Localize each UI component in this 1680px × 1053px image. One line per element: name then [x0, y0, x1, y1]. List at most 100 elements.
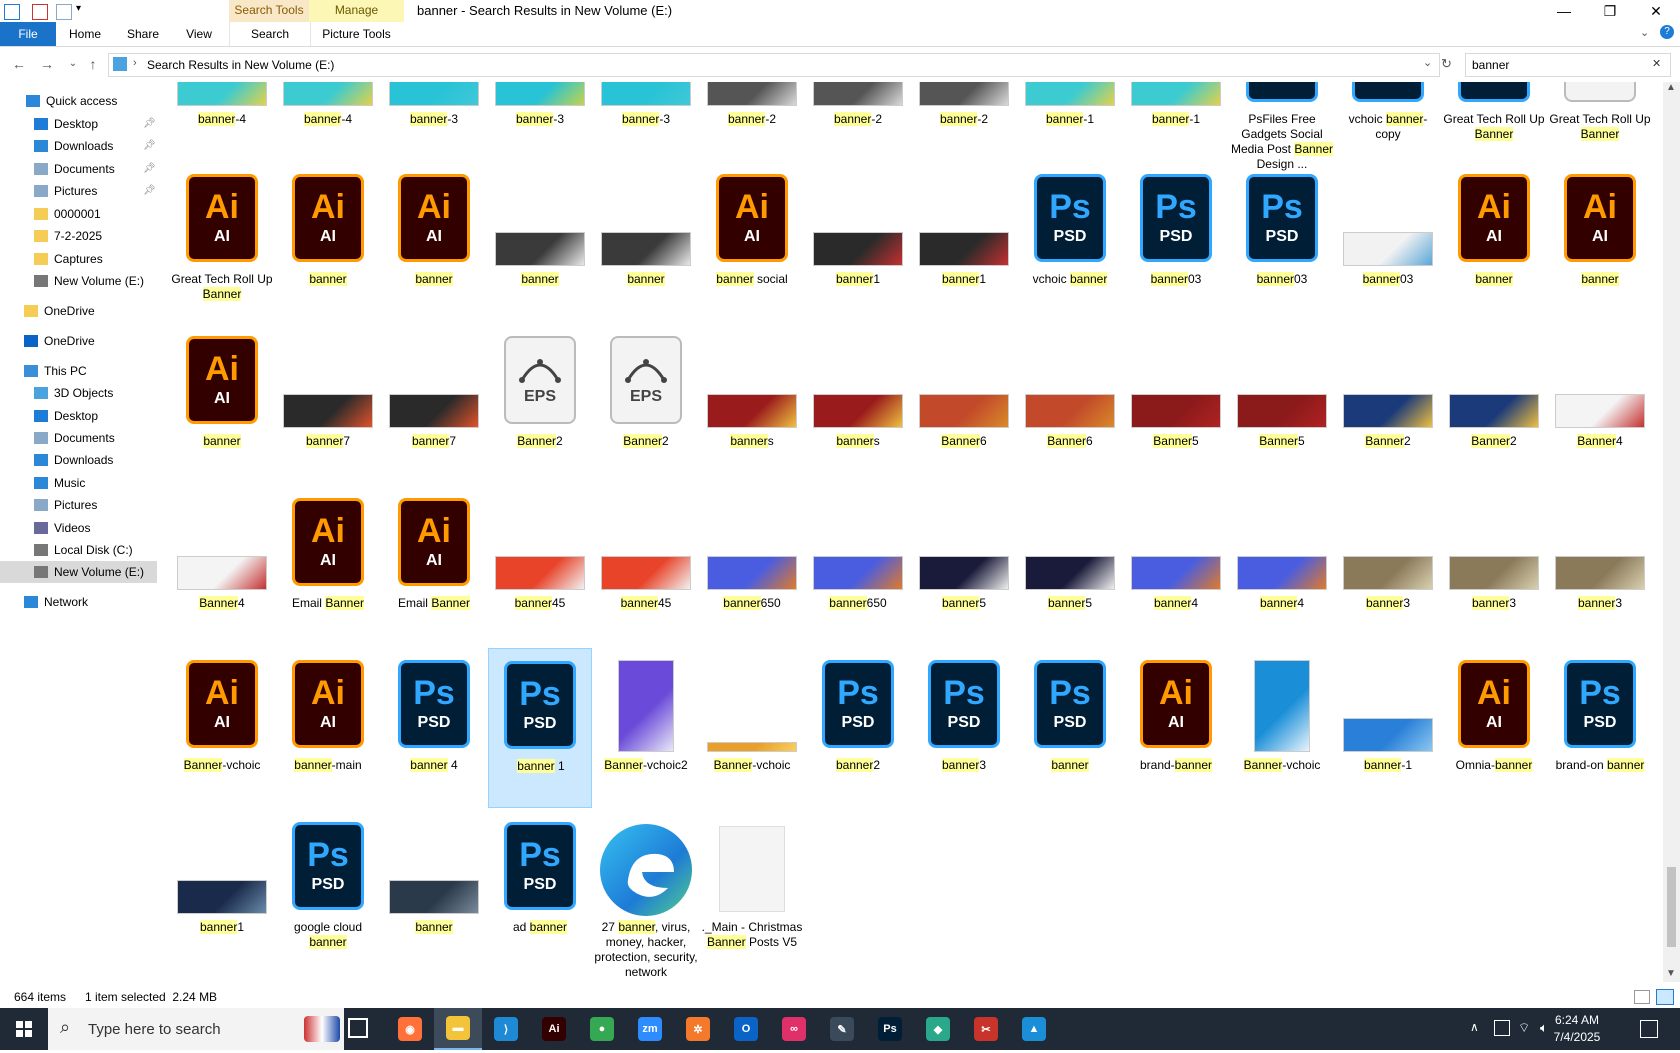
- taskbar-app-creative-cloud[interactable]: ∞: [770, 1008, 818, 1050]
- show-hidden-icons-icon[interactable]: ∧: [1470, 1020, 1479, 1034]
- file-item[interactable]: banner3: [1442, 486, 1546, 646]
- forward-arrow-icon[interactable]: →: [38, 56, 56, 72]
- file-item[interactable]: Ps PSD vchoic banner: [1018, 162, 1122, 322]
- minimize-button[interactable]: —: [1541, 0, 1587, 22]
- file-item[interactable]: Ai AI banner: [1442, 162, 1546, 322]
- sidebar-item-0000001[interactable]: 0000001: [0, 203, 157, 225]
- file-item[interactable]: Banner-vchoic: [1230, 648, 1334, 808]
- clear-search-icon[interactable]: ✕: [1652, 57, 1661, 70]
- file-item[interactable]: banner: [382, 810, 486, 970]
- file-item[interactable]: Ai AI banner: [382, 162, 486, 322]
- pin-icon[interactable]: 📌︎: [143, 113, 156, 135]
- file-item[interactable]: banner-3: [594, 82, 698, 162]
- new-folder-icon[interactable]: [56, 4, 72, 20]
- address-dropdown-icon[interactable]: ⌄: [1423, 56, 1432, 69]
- search-highlight-icon[interactable]: [304, 1016, 340, 1042]
- taskbar-search-placeholder[interactable]: Type here to search: [88, 1021, 221, 1038]
- taskbar-app-app-tools[interactable]: ✂: [962, 1008, 1010, 1050]
- file-item[interactable]: Ps PSD banner03: [1124, 162, 1228, 322]
- sidebar-item-captures[interactable]: Captures: [0, 248, 157, 270]
- file-item[interactable]: banner650: [806, 486, 910, 646]
- sidebar-item-videos[interactable]: Videos: [0, 517, 157, 539]
- sidebar-item-onedrive[interactable]: OneDrive: [0, 300, 157, 322]
- taskbar-app-chrome[interactable]: ●: [578, 1008, 626, 1050]
- back-arrow-icon[interactable]: ←: [10, 56, 28, 72]
- taskbar-app-file-explorer[interactable]: ▬: [434, 1008, 482, 1050]
- address-bar[interactable]: › Search Results in New Volume (E:) ⌄ ↻: [108, 53, 1452, 77]
- search-input[interactable]: banner ✕: [1465, 53, 1671, 77]
- tab-picture-tools[interactable]: Picture Tools: [309, 22, 404, 46]
- sidebar-item-music[interactable]: Music: [0, 472, 157, 494]
- task-view-icon[interactable]: [348, 1018, 368, 1038]
- sidebar-item-desktop[interactable]: Desktop: [0, 405, 157, 427]
- sidebar-item-downloads[interactable]: Downloads 📌︎: [0, 135, 157, 157]
- file-item[interactable]: Ai AI brand-banner: [1124, 648, 1228, 808]
- file-item[interactable]: Ai AI banner-main: [276, 648, 380, 808]
- file-item[interactable]: Ai AI banner: [170, 324, 274, 484]
- file-item[interactable]: Banner6: [1018, 324, 1122, 484]
- taskbar-app-app-photos[interactable]: ▲: [1010, 1008, 1058, 1050]
- file-item[interactable]: banner45: [594, 486, 698, 646]
- quick-access-dropdown-icon[interactable]: ▾: [76, 3, 81, 14]
- file-item[interactable]: banner4: [1230, 486, 1334, 646]
- file-item[interactable]: banner3: [1336, 486, 1440, 646]
- file-item[interactable]: banner-3: [382, 82, 486, 162]
- tab-file[interactable]: File: [0, 22, 56, 46]
- file-item[interactable]: Banner2: [1442, 324, 1546, 484]
- ribbon-expand-icon[interactable]: ⌄: [1640, 26, 1649, 39]
- file-item[interactable]: ._Main - Christmas Banner Posts V5: [700, 810, 804, 970]
- sidebar-item-pictures[interactable]: Pictures: [0, 494, 157, 516]
- close-button[interactable]: ✕: [1633, 0, 1679, 22]
- file-item[interactable]: Ai AI banner: [276, 162, 380, 322]
- refresh-icon[interactable]: ↻: [1441, 56, 1452, 72]
- address-path[interactable]: Search Results in New Volume (E:): [147, 58, 334, 72]
- file-item[interactable]: Ps PSD ad banner: [488, 810, 592, 970]
- sidebar-item-quick-access[interactable]: Quick access: [0, 90, 157, 112]
- help-icon[interactable]: ?: [1660, 25, 1674, 39]
- file-item[interactable]: banner-4: [276, 82, 380, 162]
- file-item[interactable]: PsPSDPsFiles Free Gadgets Social Media P…: [1230, 82, 1334, 171]
- file-item[interactable]: Banner2: [1336, 324, 1440, 484]
- sidebar-item-new-volume-e[interactable]: New Volume (E:): [0, 270, 157, 292]
- file-item[interactable]: Ai AI banner: [1548, 162, 1652, 322]
- file-item[interactable]: PsPSD Great Tech Roll Up Banner: [1442, 82, 1546, 162]
- taskbar-app-firefox[interactable]: ◉: [386, 1008, 434, 1050]
- file-item[interactable]: banner-1: [1336, 648, 1440, 808]
- file-item[interactable]: Banner4: [170, 486, 274, 646]
- up-arrow-icon[interactable]: ↑: [84, 56, 102, 72]
- file-item[interactable]: Banner5: [1124, 324, 1228, 484]
- file-item[interactable]: banner7: [382, 324, 486, 484]
- file-item[interactable]: Ps PSD banner2: [806, 648, 910, 808]
- scrollbar-thumb[interactable]: [1667, 867, 1676, 947]
- details-view-icon[interactable]: [1634, 990, 1650, 1004]
- file-item[interactable]: banners: [700, 324, 804, 484]
- taskbar-app-pen-tool[interactable]: ✎: [818, 1008, 866, 1050]
- sidebar-item-new-volume-e[interactable]: New Volume (E:): [0, 561, 157, 583]
- sidebar-item-documents[interactable]: Documents: [0, 427, 157, 449]
- taskbar-app-illustrator[interactable]: Ai: [530, 1008, 578, 1050]
- sidebar-item-3d-objects[interactable]: 3D Objects: [0, 382, 157, 404]
- vertical-scrollbar[interactable]: ▲ ▼: [1663, 82, 1680, 982]
- file-item[interactable]: banner7: [276, 324, 380, 484]
- properties-icon[interactable]: [32, 4, 48, 20]
- maximize-button[interactable]: ❐: [1587, 0, 1633, 22]
- sidebar-item-pictures[interactable]: Pictures 📌︎: [0, 180, 157, 202]
- taskbar-app-vscode[interactable]: ⟩: [482, 1008, 530, 1050]
- pin-icon[interactable]: 📌︎: [143, 158, 156, 180]
- taskbar-app-photoshop[interactable]: Ps: [866, 1008, 914, 1050]
- file-item[interactable]: EPS Great Tech Roll Up Banner: [1548, 82, 1652, 162]
- sidebar-item-this-pc[interactable]: This PC: [0, 360, 157, 382]
- file-item[interactable]: Banner5: [1230, 324, 1334, 484]
- scroll-up-icon[interactable]: ▲: [1666, 82, 1676, 93]
- pin-icon[interactable]: 📌︎: [143, 180, 156, 202]
- pin-icon[interactable]: 📌︎: [143, 135, 156, 157]
- file-item[interactable]: banner03: [1336, 162, 1440, 322]
- file-item[interactable]: banner-2: [700, 82, 804, 162]
- file-item[interactable]: Ps PSD banner 4: [382, 648, 486, 808]
- sidebar-item-network[interactable]: Network: [0, 591, 157, 613]
- sidebar-item-downloads[interactable]: Downloads: [0, 449, 157, 471]
- clock[interactable]: 6:24 AM 7/4/2025: [1532, 1012, 1622, 1046]
- file-item[interactable]: banner3: [1548, 486, 1652, 646]
- taskbar-app-blender[interactable]: ✲: [674, 1008, 722, 1050]
- file-item[interactable]: banner1: [912, 162, 1016, 322]
